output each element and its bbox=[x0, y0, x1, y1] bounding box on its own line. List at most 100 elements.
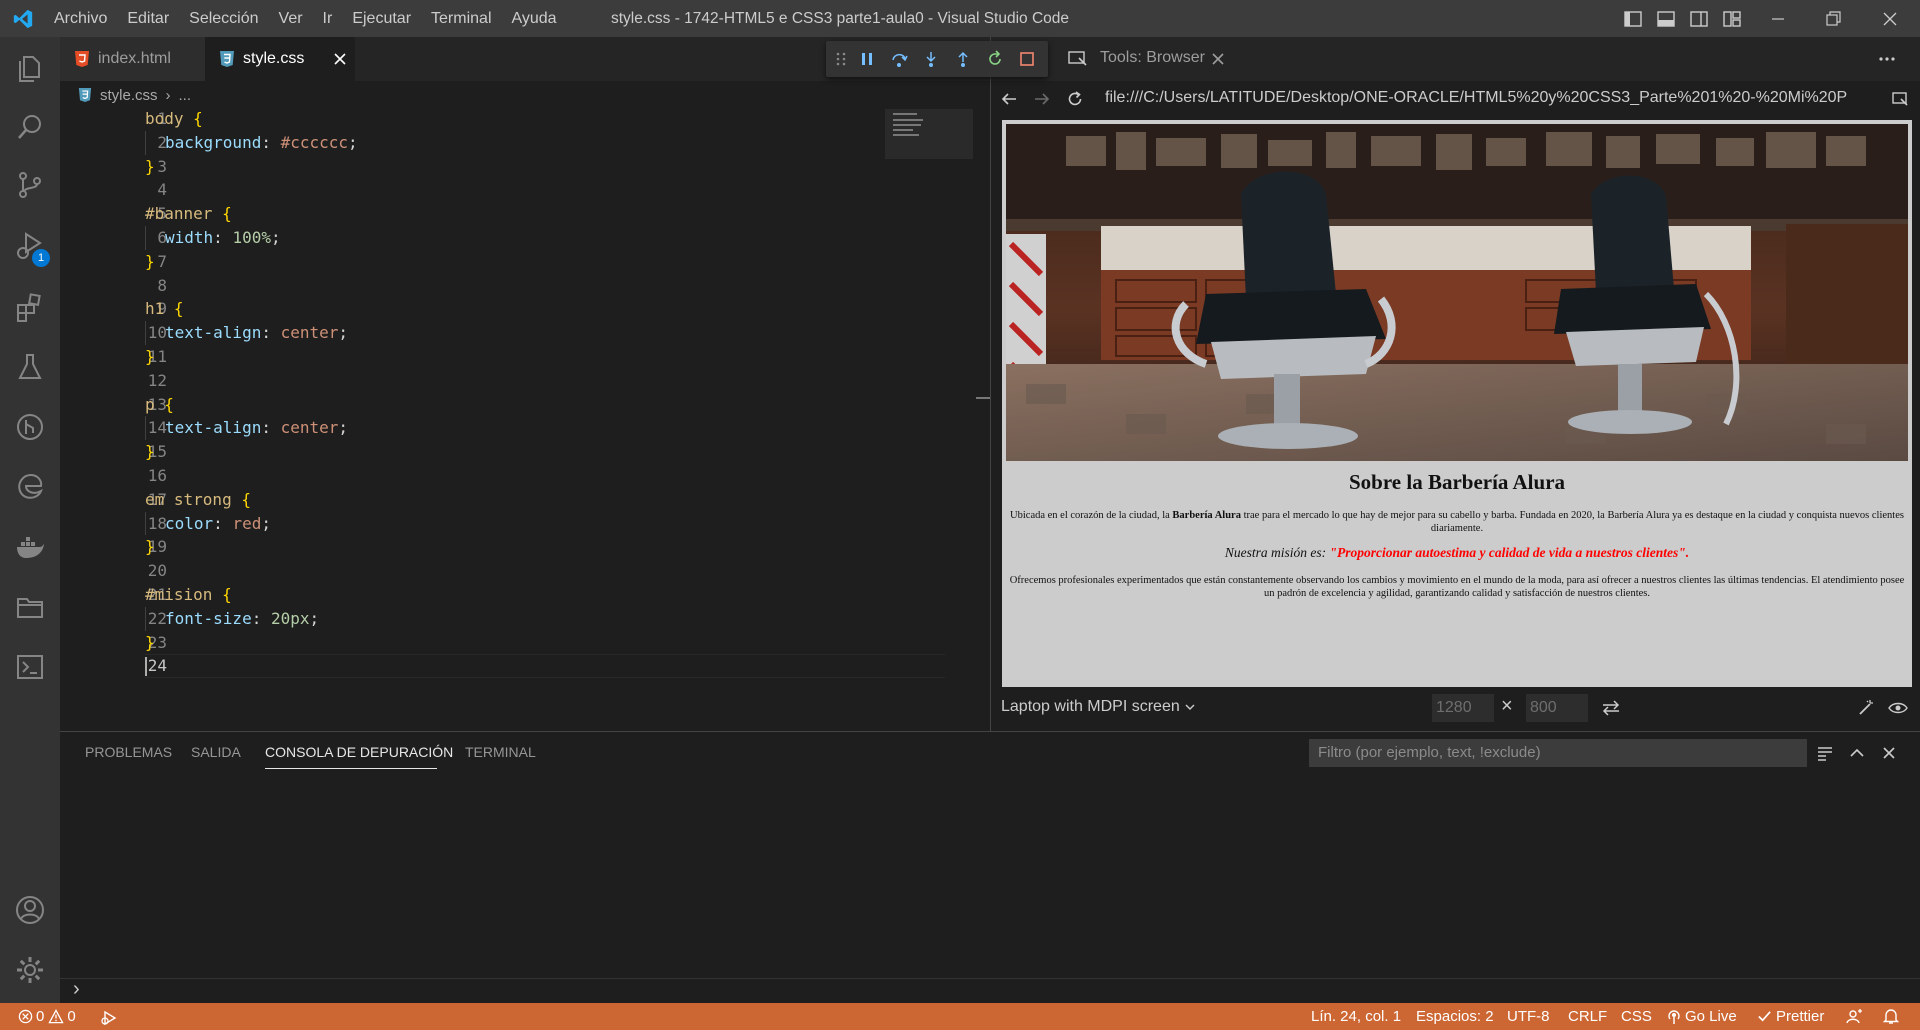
code-content[interactable]: body {background: #cccccc;} #banner {widt… bbox=[145, 107, 358, 678]
tab-terminal[interactable]: TERMINAL bbox=[465, 744, 536, 760]
scrollbar-marker[interactable] bbox=[976, 397, 990, 399]
restore-icon[interactable] bbox=[1823, 9, 1843, 29]
code-line[interactable]: #mision { bbox=[145, 583, 358, 607]
edge-devtools-icon[interactable] bbox=[14, 471, 46, 503]
tab-problemas[interactable]: PROBLEMAS bbox=[85, 744, 172, 760]
viewport-width-input[interactable]: 1280 bbox=[1432, 694, 1494, 722]
testing-flask-icon[interactable] bbox=[14, 351, 46, 383]
pause-icon[interactable] bbox=[858, 50, 876, 68]
toggle-panel-icon[interactable] bbox=[1656, 9, 1676, 29]
cursor-position[interactable]: Lín. 24, col. 1 bbox=[1311, 1003, 1401, 1030]
reload-icon[interactable] bbox=[1066, 90, 1084, 108]
tab-index-html[interactable]: index.html bbox=[60, 37, 205, 81]
tab-style-css[interactable]: style.css bbox=[205, 37, 355, 81]
code-line[interactable]: background: #cccccc; bbox=[145, 130, 358, 155]
menu-ejecutar[interactable]: Ejecutar bbox=[342, 10, 421, 28]
inspect-icon[interactable] bbox=[1891, 90, 1909, 108]
breadcrumb-symbol[interactable]: ... bbox=[179, 87, 192, 104]
code-line[interactable]: } bbox=[145, 250, 358, 274]
rotate-dimensions-icon[interactable] bbox=[1601, 699, 1621, 717]
close-panel-icon[interactable] bbox=[1880, 744, 1898, 762]
code-editor[interactable]: style.css › ... 1 2 3 4 5 6 7 8 9 10 11 12 13 14 15 16 1… bbox=[60, 81, 990, 731]
step-into-icon[interactable] bbox=[922, 50, 940, 68]
source-control-icon[interactable] bbox=[14, 169, 46, 201]
menu-ver[interactable]: Ver bbox=[269, 10, 313, 28]
code-line[interactable]: } bbox=[145, 345, 358, 369]
language-mode[interactable]: CSS bbox=[1621, 1003, 1652, 1030]
code-line[interactable]: em strong { bbox=[145, 488, 358, 512]
code-line[interactable]: #banner { bbox=[145, 202, 358, 226]
toggle-sidebar-icon[interactable] bbox=[1623, 9, 1643, 29]
code-line[interactable]: } bbox=[145, 155, 358, 179]
maximize-panel-chevron-up-icon[interactable] bbox=[1848, 744, 1866, 762]
screencast-icon[interactable] bbox=[1068, 50, 1088, 68]
close-tab-icon[interactable] bbox=[333, 52, 347, 66]
terminal-icon[interactable] bbox=[14, 651, 46, 683]
extensions-icon[interactable] bbox=[14, 291, 46, 323]
restart-icon[interactable] bbox=[986, 50, 1004, 68]
go-live-button[interactable]: Go Live bbox=[1666, 1003, 1737, 1030]
device-selector[interactable]: Laptop with MDPI screen bbox=[1001, 698, 1196, 716]
code-line[interactable] bbox=[145, 274, 358, 298]
end-of-line[interactable]: CRLF bbox=[1568, 1003, 1607, 1030]
customize-layout-icon[interactable] bbox=[1722, 9, 1742, 29]
code-line[interactable]: text-align: center; bbox=[145, 416, 358, 441]
word-wrap-icon[interactable] bbox=[1816, 744, 1834, 762]
code-line[interactable]: } bbox=[145, 535, 358, 559]
problems-status[interactable]: 0 0 bbox=[18, 1003, 76, 1030]
code-line[interactable] bbox=[145, 559, 358, 583]
more-actions-icon[interactable] bbox=[1877, 51, 1897, 67]
browser-tab-label[interactable]: Tools: Browser bbox=[1100, 49, 1205, 67]
step-out-icon[interactable] bbox=[954, 50, 972, 68]
indentation[interactable]: Espacios: 2 bbox=[1416, 1003, 1494, 1030]
explorer-icon[interactable] bbox=[14, 51, 46, 83]
minimap[interactable] bbox=[885, 109, 973, 159]
minimize-icon[interactable] bbox=[1768, 9, 1788, 29]
notifications-bell-icon[interactable] bbox=[1883, 1008, 1899, 1025]
toggle-secondary-sidebar-icon[interactable] bbox=[1689, 9, 1709, 29]
code-line[interactable] bbox=[145, 369, 358, 393]
stop-icon[interactable] bbox=[1018, 50, 1036, 68]
menu-editar[interactable]: Editar bbox=[117, 10, 179, 28]
breadcrumb-file[interactable]: style.css bbox=[100, 87, 158, 104]
tab-consola-depuracion[interactable]: CONSOLA DE DEPURACIÓN bbox=[265, 744, 453, 760]
viewport-height-input[interactable]: 800 bbox=[1526, 694, 1588, 722]
prettier-status[interactable]: Prettier bbox=[1757, 1003, 1824, 1030]
close-browser-tab-icon[interactable] bbox=[1211, 52, 1225, 66]
docker-icon[interactable] bbox=[14, 531, 46, 563]
code-line[interactable] bbox=[145, 654, 358, 678]
emulation-wand-icon[interactable] bbox=[1857, 699, 1875, 717]
search-icon[interactable] bbox=[14, 111, 46, 143]
git-graph-icon[interactable] bbox=[14, 411, 46, 443]
drag-handle-icon[interactable] bbox=[832, 50, 850, 68]
code-line[interactable]: } bbox=[145, 631, 358, 655]
debug-run-status-icon[interactable] bbox=[101, 1009, 118, 1025]
accounts-icon[interactable] bbox=[14, 894, 46, 926]
tab-salida[interactable]: SALIDA bbox=[191, 744, 241, 760]
code-line[interactable]: } bbox=[145, 440, 358, 464]
menu-ir[interactable]: Ir bbox=[313, 10, 343, 28]
manage-gear-icon[interactable] bbox=[14, 954, 46, 986]
feedback-person-icon[interactable] bbox=[1846, 1008, 1863, 1025]
code-line[interactable]: font-size: 20px; bbox=[145, 606, 358, 631]
code-line[interactable] bbox=[145, 178, 358, 202]
menu-ayuda[interactable]: Ayuda bbox=[502, 10, 567, 28]
code-line[interactable] bbox=[145, 464, 358, 488]
url-input[interactable]: file:///C:/Users/LATITUDE/Desktop/ONE-OR… bbox=[1101, 84, 1879, 112]
console-prompt[interactable]: › bbox=[73, 978, 80, 1001]
close-window-icon[interactable] bbox=[1880, 9, 1900, 29]
project-folder-icon[interactable] bbox=[14, 591, 46, 623]
menu-terminal[interactable]: Terminal bbox=[421, 10, 501, 28]
code-line[interactable]: color: red; bbox=[145, 511, 358, 536]
code-line[interactable]: h1 { bbox=[145, 297, 358, 321]
forward-arrow-icon[interactable] bbox=[1033, 90, 1051, 108]
vision-deficiency-eye-icon[interactable] bbox=[1888, 699, 1908, 717]
code-line[interactable]: p { bbox=[145, 393, 358, 417]
menu-seleccion[interactable]: Selección bbox=[179, 10, 268, 28]
code-line[interactable]: body { bbox=[145, 107, 358, 131]
back-arrow-icon[interactable] bbox=[1000, 90, 1018, 108]
code-line[interactable]: width: 100%; bbox=[145, 225, 358, 250]
filter-input[interactable]: Filtro (por ejemplo, text, !exclude) bbox=[1309, 739, 1807, 767]
encoding[interactable]: UTF-8 bbox=[1507, 1003, 1550, 1030]
code-line[interactable]: text-align: center; bbox=[145, 321, 358, 345]
